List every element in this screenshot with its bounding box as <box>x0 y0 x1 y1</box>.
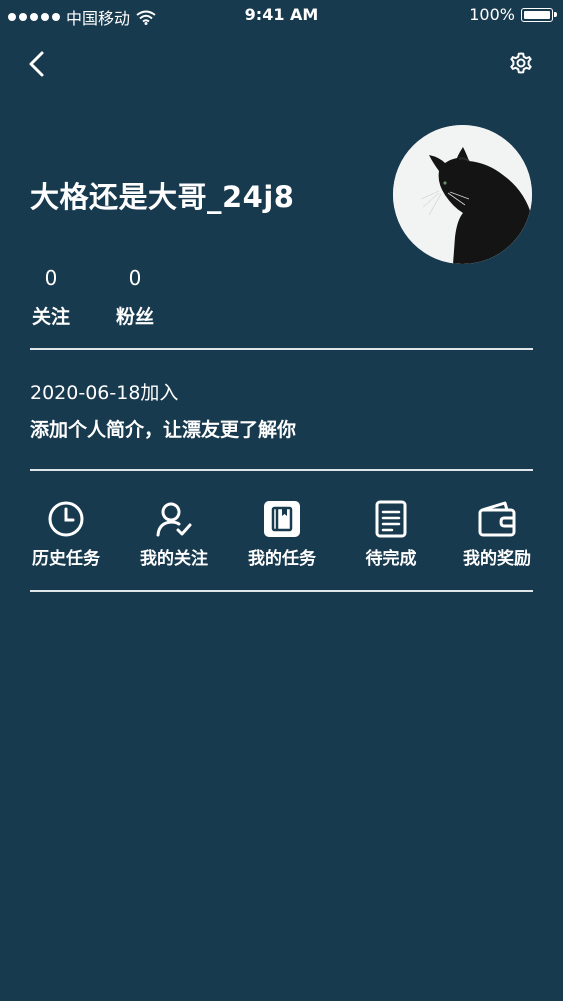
following-label: 关注 <box>31 306 70 328</box>
menu-pending[interactable]: 待完成 <box>336 500 446 569</box>
menu-my-rewards-label: 我的奖励 <box>463 549 531 569</box>
book-icon <box>264 501 300 537</box>
status-bar: 中国移动 9:41 AM 100% <box>0 0 563 30</box>
username: 大格还是大哥_24j8 <box>30 180 295 214</box>
back-chevron-icon[interactable] <box>24 50 52 78</box>
menu-my-follows[interactable]: 我的关注 <box>119 500 229 569</box>
menu-my-tasks-label: 我的任务 <box>248 549 316 569</box>
following-count: 0 <box>44 266 58 290</box>
menu-my-follows-label: 我的关注 <box>140 549 208 569</box>
clock-icon <box>48 501 84 537</box>
followers-count: 0 <box>128 266 142 290</box>
menu-my-tasks[interactable]: 我的任务 <box>227 500 337 569</box>
menu-pending-label: 待完成 <box>365 549 417 569</box>
battery-icon <box>521 7 557 22</box>
menu-history-tasks[interactable]: 历史任务 <box>11 500 121 569</box>
join-date: 2020-06-18加入 <box>30 382 179 404</box>
bio-prompt[interactable]: 添加个人简介，让漂友更了解你 <box>30 415 296 442</box>
stat-following[interactable]: 0 关注 <box>30 266 72 329</box>
battery-percent: 100% <box>469 5 515 24</box>
menu-my-rewards[interactable]: 我的奖励 <box>442 500 552 569</box>
divider-bottom <box>30 590 533 592</box>
divider-middle <box>30 469 533 471</box>
menu-history-tasks-label: 历史任务 <box>32 549 100 569</box>
stat-followers[interactable]: 0 粉丝 <box>114 266 156 329</box>
wallet-icon <box>478 501 516 537</box>
divider-top <box>30 348 533 350</box>
status-right: 100% <box>469 5 557 24</box>
black-cat-avatar-image <box>393 125 532 264</box>
avatar[interactable] <box>393 125 532 264</box>
user-check-icon <box>156 502 192 537</box>
followers-label: 粉丝 <box>115 306 154 328</box>
gear-icon[interactable] <box>508 50 534 76</box>
document-icon <box>375 500 407 538</box>
